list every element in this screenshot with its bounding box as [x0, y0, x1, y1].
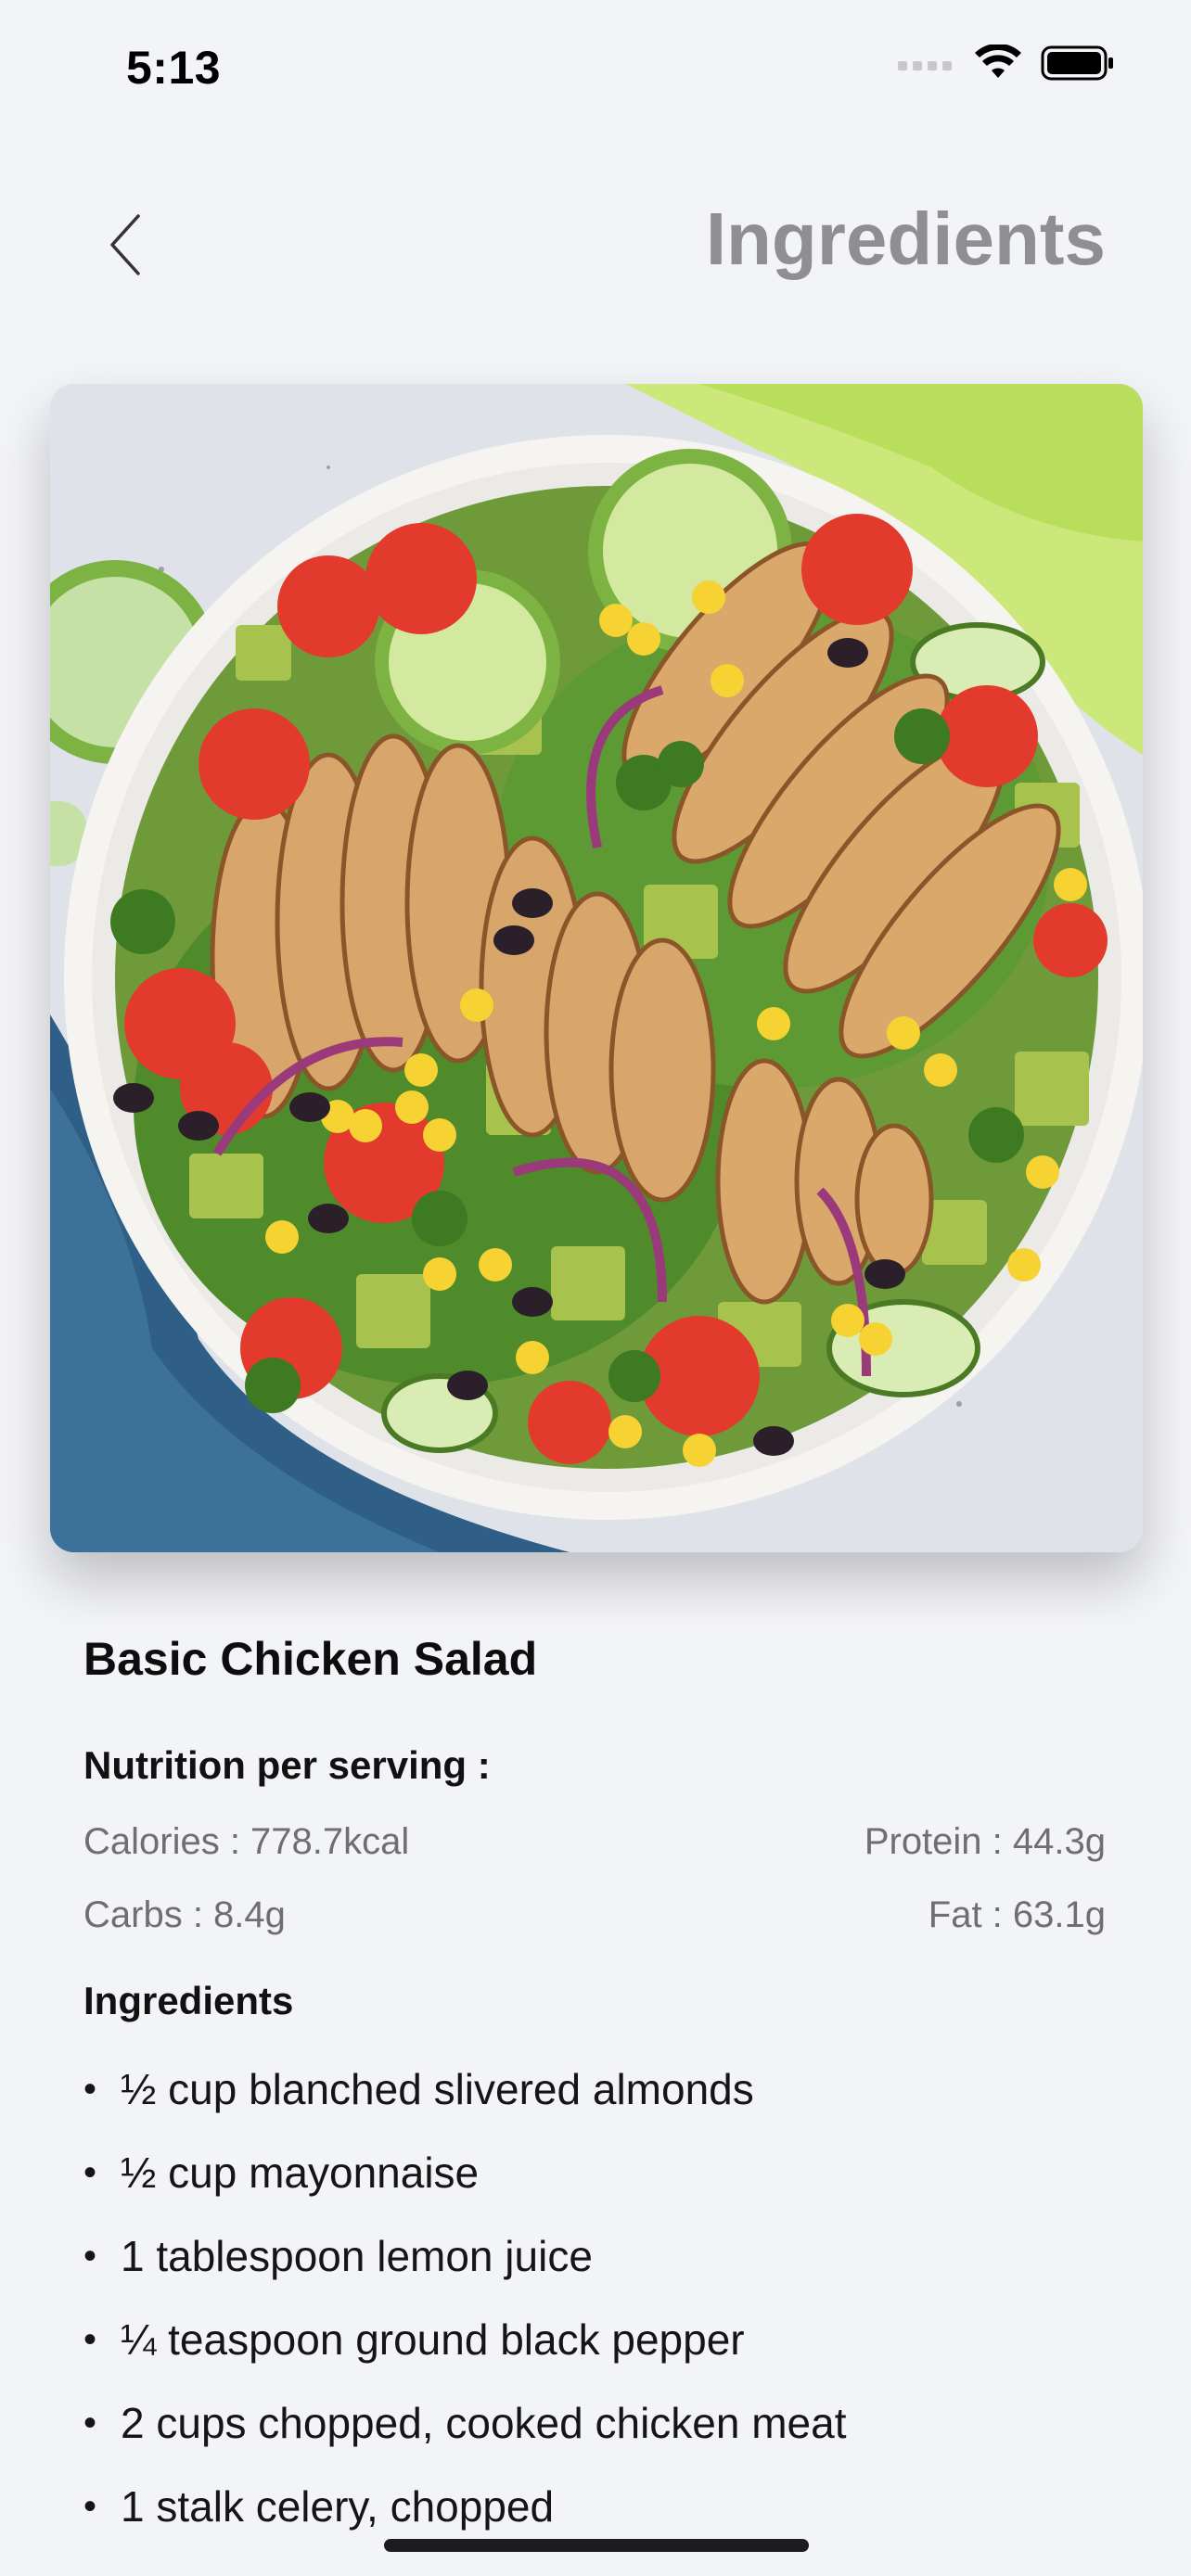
ingredient-text: 1 tablespoon lemon juice — [121, 2232, 593, 2280]
ingredients-heading: Ingredients — [83, 1979, 294, 2022]
bullet-icon: • — [83, 2486, 97, 2527]
nutrition-row: Carbs : 8.4g Fat : 63.1g — [83, 1894, 1106, 1936]
chevron-left-icon — [110, 214, 140, 275]
page-title: Ingredients — [705, 198, 1106, 280]
ingredient-text: 1 stalk celery, chopped — [121, 2482, 555, 2531]
nutrition-heading: Nutrition per serving : — [83, 1743, 491, 1787]
ingredient-text: ¼ teaspoon ground black pepper — [121, 2315, 745, 2364]
recipe-details: Basic Chicken Salad Nutrition per servin… — [83, 1632, 1106, 2567]
fat-value: Fat : 63.1g — [928, 1894, 1106, 1935]
ingredient-item: • 2 cups chopped, cooked chicken meat — [83, 2400, 1106, 2483]
carbs-value: Carbs : 8.4g — [83, 1894, 286, 1935]
ingredient-item: • 1 stalk celery, chopped — [83, 2483, 1106, 2567]
ingredient-text: 2 cups chopped, cooked chicken meat — [121, 2399, 847, 2447]
bullet-icon: • — [83, 2319, 97, 2360]
recipe-title: Basic Chicken Salad — [83, 1633, 538, 1685]
ingredient-text: ½ cup blanched slivered almonds — [121, 2065, 754, 2113]
ingredient-item: • 1 tablespoon lemon juice — [83, 2233, 1106, 2316]
calories-value: Calories : 778.7kcal — [83, 1821, 410, 1862]
status-time: 5:13 — [126, 42, 222, 94]
ingredients-list: • ½ cup blanched slivered almonds • ½ cup … — [83, 2066, 1106, 2567]
ingredient-item: • ¼ teaspoon ground black pepper — [83, 2316, 1106, 2400]
bullet-icon: • — [83, 2236, 97, 2276]
bullet-icon: • — [83, 2069, 97, 2110]
bullet-icon: • — [83, 2403, 97, 2443]
back-button[interactable] — [93, 206, 158, 284]
signal-icon — [898, 61, 952, 70]
recipe-screen: 5:13 Ingredients Basic Chicken Salad Nut… — [0, 0, 1191, 2576]
recipe-image — [50, 384, 1143, 1552]
home-indicator[interactable] — [384, 2539, 809, 2552]
nutrition-row: Calories : 778.7kcal Protein : 44.3g — [83, 1821, 1106, 1863]
status-icons — [898, 45, 1115, 82]
ingredient-text: ½ cup mayonnaise — [121, 2149, 480, 2197]
ingredient-item: • ½ cup mayonnaise — [83, 2149, 1106, 2233]
wifi-icon — [975, 45, 1021, 78]
bullet-icon: • — [83, 2152, 97, 2193]
protein-value: Protein : 44.3g — [864, 1821, 1106, 1862]
battery-icon — [1041, 45, 1113, 81]
ingredient-item: • ½ cup blanched slivered almonds — [83, 2066, 1106, 2149]
